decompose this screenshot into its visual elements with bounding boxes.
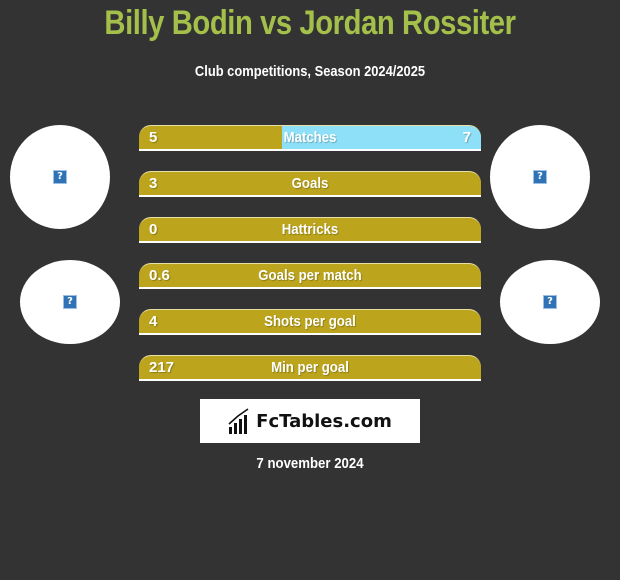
page-subtitle: Club competitions, Season 2024/2025 [194,63,426,80]
bar-chart-icon [228,408,249,434]
right-club-logo[interactable]: ? [500,260,600,344]
right-value: 7 [462,129,471,146]
stat-row-goals: 3 Goals [139,171,481,197]
stat-row-hattricks: 0 Hattricks [139,217,481,243]
broken-image-icon: ? [53,170,67,184]
stat-label: Min per goal [271,359,349,376]
stat-label: Shots per goal [264,313,356,330]
left-club-logo[interactable]: ? [20,260,120,344]
stat-row-min-per-goal: 217 Min per goal [139,355,481,381]
stat-label: Goals per match [258,267,362,284]
left-player-avatar[interactable]: ? [10,125,110,229]
broken-image-icon: ? [533,170,547,184]
date-label: 7 november 2024 [256,455,364,472]
left-value: 4 [149,313,158,330]
fctables-logo[interactable]: FcTables.com [200,399,420,443]
broken-image-icon: ? [63,295,77,309]
stat-row-goals-per-match: 0.6 Goals per match [139,263,481,289]
left-value: 3 [149,175,158,192]
left-value: 0 [149,221,158,238]
stat-label: Goals [291,175,329,192]
logo-text: FcTables.com [256,410,392,432]
stat-row-matches: 5 Matches 7 [139,125,481,151]
broken-image-icon: ? [543,295,557,309]
page-title: Billy Bodin vs Jordan Rossiter [104,4,516,42]
stat-label: Hattricks [281,221,339,238]
stat-label: Matches [283,129,337,146]
right-player-avatar[interactable]: ? [490,125,590,229]
stat-row-shots-per-goal: 4 Shots per goal [139,309,481,335]
left-value: 5 [149,129,158,146]
